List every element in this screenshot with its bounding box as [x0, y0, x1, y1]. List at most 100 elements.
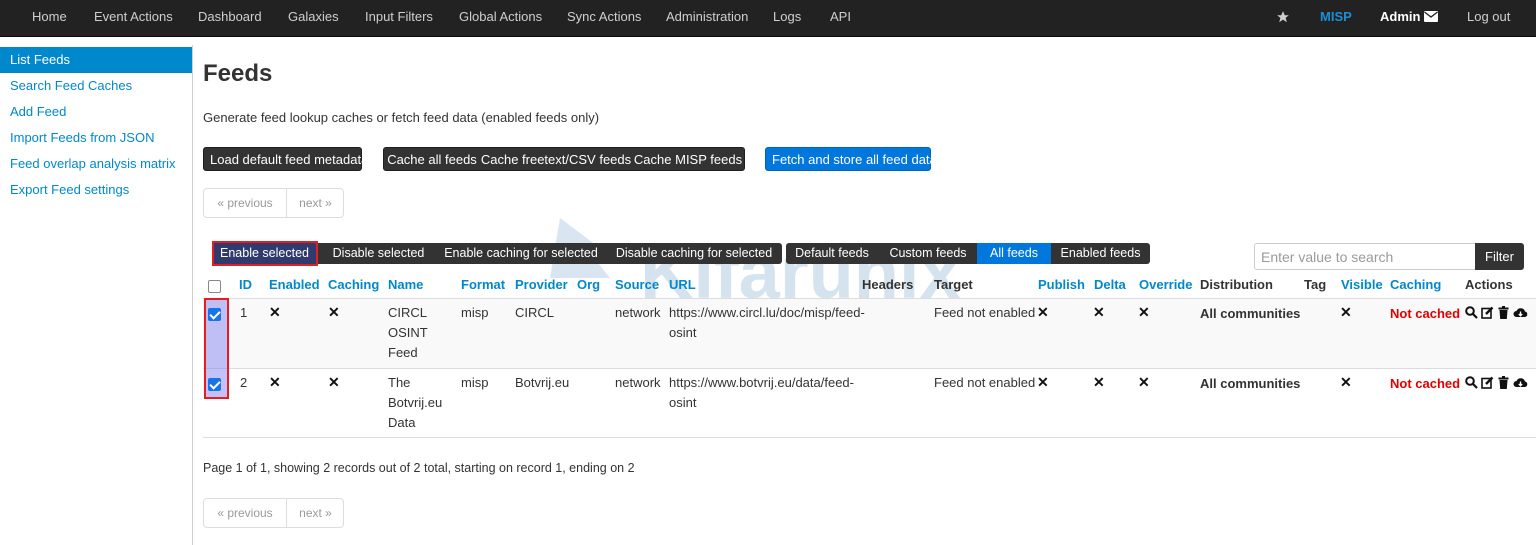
col-publish[interactable]: Publish [1038, 277, 1085, 292]
enabled-x-icon[interactable]: ✕ [269, 374, 281, 391]
sidebar-item-search-feed-caches[interactable]: Search Feed Caches [0, 73, 192, 99]
enable-selected-highlight [212, 241, 318, 266]
row-actions [1465, 376, 1535, 390]
row-name-line: CIRCL [388, 305, 428, 320]
col-provider[interactable]: Provider [515, 277, 568, 292]
scope-custom-feeds[interactable]: Custom feeds [882, 243, 974, 264]
row-url-line: https://www.botvrij.eu/data/feed- [669, 375, 854, 390]
row-source: network [615, 305, 661, 320]
pager-previous[interactable]: « previous [204, 499, 286, 527]
row-provider: Botvrij.eu [515, 375, 570, 390]
visible-x-icon: ✕ [1340, 304, 1352, 320]
col-format[interactable]: Format [461, 277, 505, 292]
publish-x-icon: ✕ [1037, 304, 1049, 320]
cloud-download-icon[interactable] [1513, 306, 1528, 319]
scope-default-feeds[interactable]: Default feeds [786, 243, 878, 264]
page-description: Generate feed lookup caches or fetch fee… [203, 110, 600, 125]
delta-x-icon: ✕ [1093, 374, 1105, 390]
sidebar-item-overlap-matrix[interactable]: Feed overlap analysis matrix [0, 151, 192, 177]
col-visible[interactable]: Visible [1341, 277, 1383, 292]
col-enabled[interactable]: Enabled [269, 277, 320, 292]
row-target: Feed not enabled [934, 375, 1036, 390]
nav-administration[interactable]: Administration [666, 0, 748, 37]
load-default-feed-metadata-button[interactable]: Load default feed metadata [203, 147, 368, 171]
pager-previous[interactable]: « previous [204, 189, 286, 217]
search-icon[interactable] [1465, 306, 1478, 319]
nav-sync-actions[interactable]: Sync Actions [567, 0, 641, 37]
nav-dashboard[interactable]: Dashboard [198, 0, 262, 37]
cache-button-group: Cache all feeds Cache freetext/CSV feeds… [383, 147, 745, 171]
caching-x-icon[interactable]: ✕ [328, 304, 340, 321]
cloud-download-icon[interactable] [1513, 376, 1528, 389]
disable-selected-button[interactable]: Disable selected [322, 243, 435, 264]
col-caching-status[interactable]: Caching [1390, 277, 1441, 292]
cache-status: Not cached [1390, 376, 1461, 391]
col-url[interactable]: URL [669, 277, 696, 292]
row-url-line: osint [669, 395, 697, 410]
envelope-icon[interactable] [1424, 11, 1438, 23]
search-icon[interactable] [1465, 376, 1478, 389]
edit-icon[interactable] [1481, 376, 1494, 389]
col-source[interactable]: Source [615, 277, 659, 292]
col-override[interactable]: Override [1139, 277, 1192, 292]
row-checkbox[interactable] [208, 378, 221, 391]
cache-all-feeds-button[interactable]: Cache all feeds [384, 148, 480, 172]
nav-logout[interactable]: Log out [1467, 0, 1510, 37]
nav-brand[interactable]: MISP [1320, 0, 1352, 37]
disable-caching-button[interactable]: Disable caching for selected [611, 243, 777, 264]
trash-icon[interactable] [1498, 306, 1509, 319]
nav-galaxies[interactable]: Galaxies [288, 0, 339, 37]
cache-freetext-feeds-button[interactable]: Cache freetext/CSV feeds [480, 148, 632, 172]
pager-next[interactable]: next » [287, 189, 344, 217]
nav-api[interactable]: API [830, 0, 851, 37]
select-all-checkbox[interactable] [208, 280, 221, 293]
col-name[interactable]: Name [388, 277, 423, 292]
row-checkbox[interactable] [208, 308, 221, 321]
row-provider: CIRCL [515, 305, 555, 320]
search-input[interactable] [1254, 243, 1476, 270]
scope-enabled-feeds[interactable]: Enabled feeds [1054, 243, 1147, 264]
enabled-x-icon[interactable]: ✕ [269, 304, 281, 321]
publish-x-icon: ✕ [1037, 374, 1049, 390]
cache-misp-feeds-button[interactable]: Cache MISP feeds [632, 148, 744, 172]
nav-user[interactable]: Admin [1380, 0, 1420, 37]
col-delta[interactable]: Delta [1094, 277, 1126, 292]
pagination-bottom: « previous next » [203, 498, 344, 528]
nav-event-actions[interactable]: Event Actions [94, 0, 173, 37]
star-icon[interactable] [1276, 10, 1290, 24]
scope-all-feeds[interactable]: All feeds [977, 243, 1051, 264]
sidebar-item-import-feeds[interactable]: Import Feeds from JSON [0, 125, 192, 151]
pagination-summary: Page 1 of 1, showing 2 records out of 2 … [203, 461, 635, 475]
pager-next[interactable]: next » [287, 499, 344, 527]
row-name-line: Botvrij.eu [388, 395, 443, 410]
col-distribution: Distribution [1200, 277, 1273, 292]
feed-scope-group: Default feeds Custom feeds All feeds Ena… [786, 243, 1150, 264]
nav-home[interactable]: Home [32, 0, 67, 37]
sidebar-item-export-settings[interactable]: Export Feed settings [0, 177, 192, 203]
col-org[interactable]: Org [577, 277, 600, 292]
fetch-store-all-button[interactable]: Fetch and store all feed data [765, 147, 937, 171]
sidebar-item-list-feeds[interactable]: List Feeds [0, 47, 192, 73]
row-format: misp [461, 305, 489, 320]
col-caching[interactable]: Caching [328, 277, 379, 292]
col-headers: Headers [862, 277, 914, 292]
caching-x-icon[interactable]: ✕ [328, 374, 340, 391]
col-id[interactable]: ID [239, 277, 252, 292]
trash-icon[interactable] [1498, 376, 1509, 389]
sidebar: List Feeds Search Feed Caches Add Feed I… [0, 45, 193, 545]
cache-status: Not cached [1390, 306, 1461, 321]
nav-input-filters[interactable]: Input Filters [365, 0, 433, 37]
nav-logs[interactable]: Logs [773, 0, 801, 37]
sidebar-item-add-feed[interactable]: Add Feed [0, 99, 192, 125]
row-url-line: https://www.circl.lu/doc/misp/feed- [669, 305, 865, 320]
edit-icon[interactable] [1481, 306, 1494, 319]
enable-caching-button[interactable]: Enable caching for selected [438, 243, 604, 264]
top-navbar: Home Event Actions Dashboard Galaxies In… [0, 0, 1536, 37]
visible-x-icon: ✕ [1340, 374, 1352, 390]
row-actions [1465, 306, 1535, 320]
row-name-line: OSINT [388, 325, 428, 340]
row-id: 2 [240, 375, 248, 390]
override-x-icon: ✕ [1138, 374, 1150, 390]
filter-button[interactable]: Filter [1475, 243, 1524, 270]
nav-global-actions[interactable]: Global Actions [459, 0, 542, 37]
